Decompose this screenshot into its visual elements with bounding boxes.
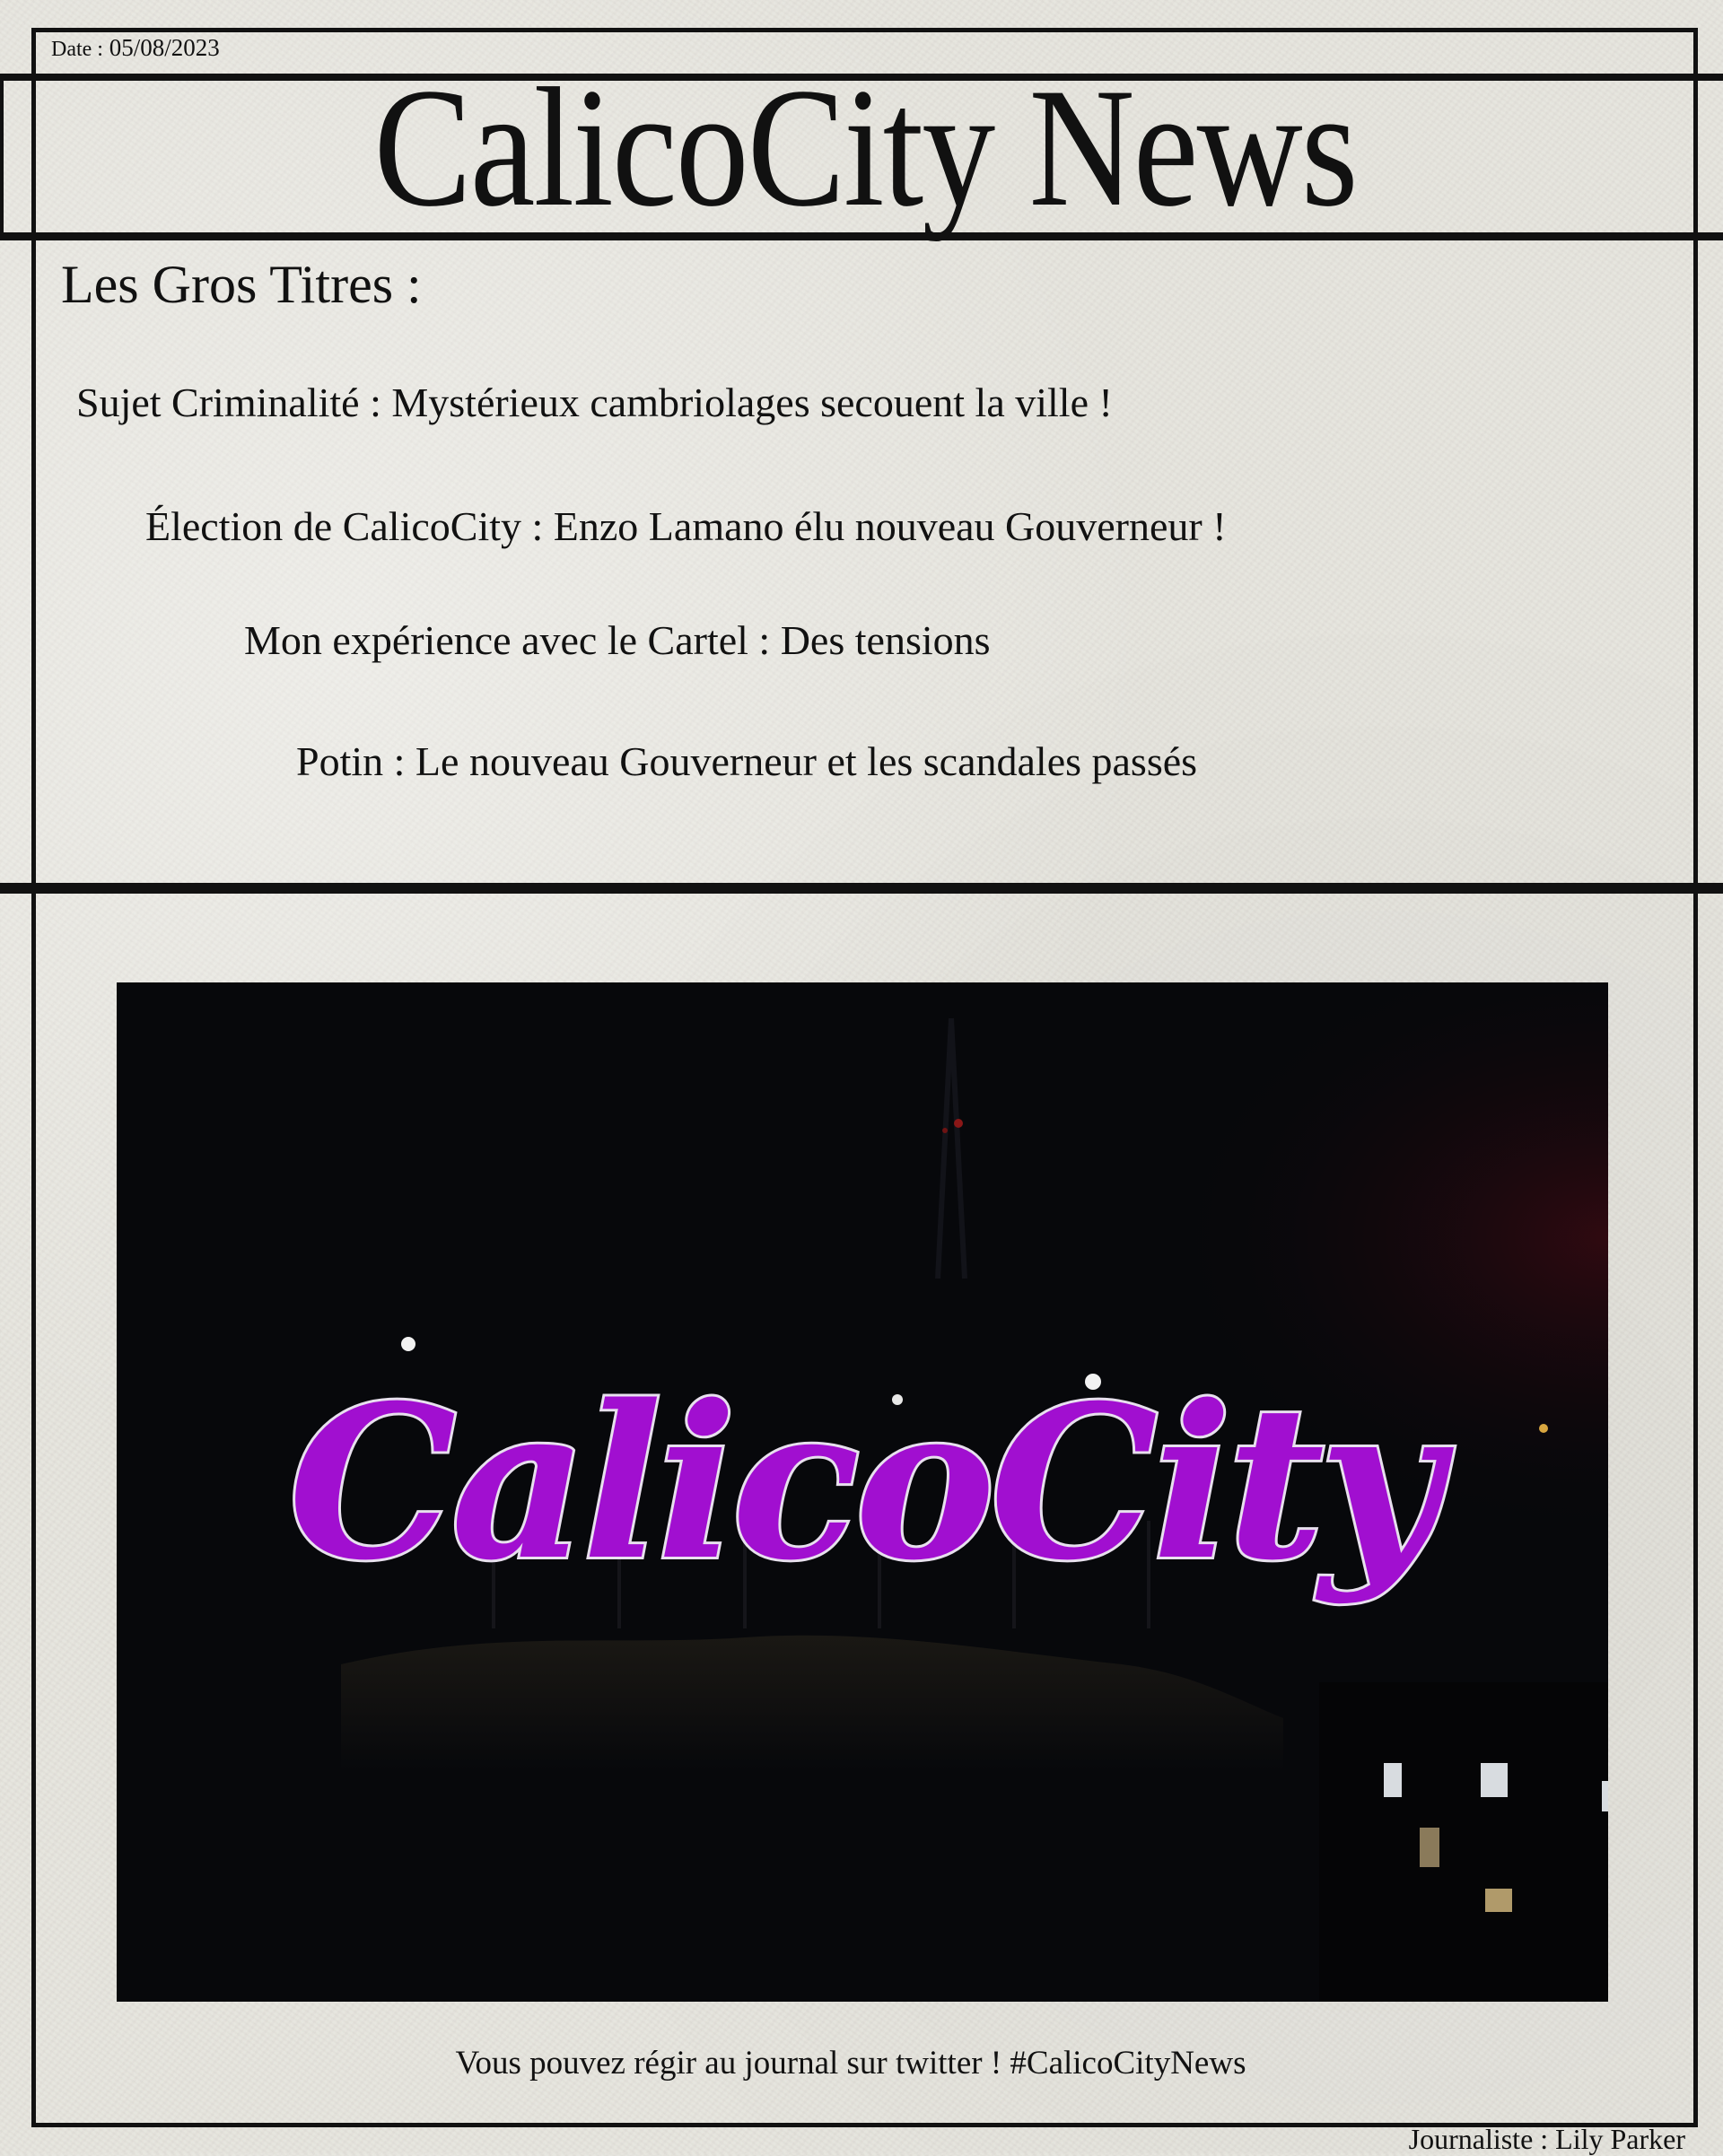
masthead-left-edge <box>0 74 4 240</box>
headline-item: Élection de CalicoCity : Enzo Lamano élu… <box>145 503 1227 549</box>
twitter-note: Vous pouvez régir au journal sur twitter… <box>455 2045 1246 2082</box>
date-label: Date : <box>51 38 103 61</box>
headline-item: Mon expérience avec le Cartel : Des tens… <box>244 617 991 663</box>
date-value: 05/08/2023 <box>109 34 220 61</box>
newspaper-title: CalicoCity News <box>373 54 1359 242</box>
calicocity-sign: CalicoCity <box>288 1359 1454 1607</box>
journalist-credit: Journaliste : Lily Parker <box>1408 2123 1685 2155</box>
headlines-title: Les Gros Titres : <box>61 255 422 314</box>
headline-item: Sujet Criminalité : Mystérieux cambriola… <box>76 380 1113 425</box>
calicocity-night-photo: CalicoCity <box>117 982 1608 2002</box>
issue-date: Date : 05/08/2023 <box>51 34 220 62</box>
section-divider-rule <box>0 883 1723 894</box>
headline-item: Potin : Le nouveau Gouverneur et les sca… <box>296 738 1198 784</box>
